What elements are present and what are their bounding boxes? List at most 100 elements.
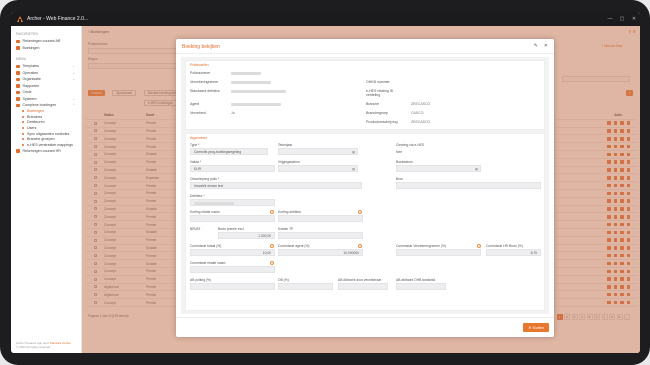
ab-polting-field[interactable] bbox=[190, 283, 275, 290]
favorite-boekingen[interactable]: Boekingen bbox=[11, 45, 81, 52]
info-icon[interactable]: i bbox=[270, 210, 274, 214]
screen: Archer - Web Finance 2.0... — ▢ ✕ FAVORI… bbox=[11, 12, 640, 353]
verzekerd-value: Ja bbox=[231, 111, 235, 115]
branche-value: ZEECASCO bbox=[411, 102, 431, 106]
polisnummer-label: Polisnummer bbox=[190, 71, 211, 75]
debiteur-label: Debiteur * bbox=[190, 194, 205, 198]
bruto-field[interactable]: 1.300,00 bbox=[218, 232, 275, 239]
ab-polting-label: AB polting (%) bbox=[190, 278, 212, 282]
tekenjaar-field[interactable]: ▦ bbox=[278, 148, 358, 155]
branchegroep-value: CASCO bbox=[411, 111, 424, 115]
redacted-value bbox=[231, 103, 281, 106]
sidebar-footer: Archer Finance app door Pandora Online ©… bbox=[16, 341, 71, 349]
korting-debiteur-label: Korting debiteur bbox=[278, 210, 302, 214]
sluiten-button[interactable]: ✕ Sluiten bbox=[523, 323, 549, 332]
commissie-hr-field[interactable]: 8,75 bbox=[486, 249, 541, 256]
device-frame: Archer - Web Finance 2.0... — ▢ ✕ FAVORI… bbox=[0, 0, 650, 365]
modal-footer: ✕ Sluiten bbox=[176, 317, 554, 337]
standaard-debiteur-label: Standaard debiteur bbox=[190, 89, 220, 93]
ab-afdracht-field[interactable] bbox=[338, 283, 388, 290]
commissie-relatie-label: Commissie relatie naam bbox=[190, 261, 226, 265]
info-icon[interactable]: i bbox=[358, 210, 362, 214]
section-title: Polisvariën bbox=[190, 63, 209, 67]
section-title: Algemeen bbox=[190, 136, 208, 140]
chevron-down-icon: ⌄ bbox=[72, 77, 75, 82]
folder-icon bbox=[16, 77, 20, 81]
booking-modal: Boeking bekijken ✎ ✕ Polisvariën Polisnu… bbox=[176, 39, 554, 337]
omschrijving-field[interactable]: Inovatrik shown text bbox=[190, 182, 362, 189]
brvat-label: BRVAT bbox=[190, 227, 201, 231]
redacted-value bbox=[231, 72, 261, 75]
commissie-totaal-field[interactable]: 10,00 bbox=[190, 249, 275, 256]
korting-relatie-field[interactable] bbox=[190, 215, 275, 222]
folder-icon bbox=[16, 84, 20, 88]
modal-body: Polisvariën Polisnummer Verzekeringnemer… bbox=[181, 57, 549, 314]
commissie-verz-field[interactable] bbox=[396, 249, 481, 256]
modal-title: Boeking bekijken bbox=[182, 44, 220, 50]
calendar-icon[interactable]: ▦ bbox=[475, 167, 478, 171]
info-icon[interactable]: i bbox=[477, 244, 481, 248]
redacted-value bbox=[194, 202, 234, 205]
valuta-select[interactable]: EUR bbox=[190, 165, 275, 172]
menu-header: MENU bbox=[16, 57, 27, 61]
chevron-down-icon: ⌄ bbox=[72, 64, 75, 69]
folder-icon bbox=[16, 103, 20, 107]
bron-label: Bron bbox=[396, 177, 403, 181]
boekdatum-field[interactable]: ▦ bbox=[396, 165, 481, 172]
algemeen-section: Algemeen Type * Correctie-prog-boekingsr… bbox=[185, 133, 545, 311]
omschrijving-label: Omschrijving polis * bbox=[190, 177, 219, 181]
kosten-label: Kosten TP bbox=[278, 227, 294, 231]
type-select[interactable]: Correctie-prog-boekingsregeling bbox=[190, 148, 268, 155]
redacted-value bbox=[231, 90, 286, 93]
window-title: Archer - Web Finance 2.0... bbox=[27, 16, 89, 22]
productomschrijving-value: ZEECASCO bbox=[411, 120, 431, 124]
clearing-label: Clearing via e-HES bbox=[396, 143, 425, 147]
info-icon[interactable]: i bbox=[358, 244, 362, 248]
ohkb-label: OHKB nummer bbox=[366, 80, 390, 84]
ab-ohb-field[interactable] bbox=[396, 283, 446, 290]
verzekeringnemer-label: Verzekeringnemer bbox=[190, 80, 219, 84]
info-icon[interactable]: i bbox=[270, 244, 274, 248]
chevron-up-icon: ⌃ bbox=[72, 103, 75, 108]
ab-afdracht-label: AB Afdracht door verzekeraar bbox=[338, 278, 382, 282]
vrijgingsdatum-field[interactable]: ▦ bbox=[278, 165, 358, 172]
close-icon[interactable]: ✕ bbox=[544, 43, 548, 49]
korting-debiteur-field[interactable] bbox=[278, 215, 363, 222]
commissie-agent-field[interactable]: 10,000000 bbox=[278, 249, 363, 256]
doc-icon bbox=[16, 46, 20, 50]
edit-icon[interactable]: ✎ bbox=[534, 43, 538, 49]
calendar-icon[interactable]: ▦ bbox=[352, 167, 355, 171]
menu-rekeningen-hr[interactable]: Rekeningen courant HR bbox=[11, 148, 81, 155]
modal-header: Boeking bekijken ✎ ✕ bbox=[176, 39, 554, 54]
folder-icon bbox=[16, 97, 20, 101]
folder-icon bbox=[16, 149, 20, 153]
calendar-icon[interactable]: ▦ bbox=[352, 150, 355, 154]
ab-ohb-label: AB afdracht OHB landsrisk bbox=[396, 278, 436, 282]
clearing-value: Nee bbox=[396, 150, 403, 154]
redacted-value bbox=[231, 81, 271, 84]
chevron-down-icon: ⌄ bbox=[72, 96, 75, 101]
bruto-label: Bruto premie excl bbox=[218, 227, 244, 231]
maximize-button[interactable]: ▢ bbox=[616, 16, 628, 22]
ob-label: OB (%) bbox=[278, 278, 289, 282]
commissie-relatie-field[interactable] bbox=[190, 266, 275, 273]
debiteur-select[interactable] bbox=[190, 199, 275, 206]
sidebar: FAVORIETEN Rekeningen courant AR Boeking… bbox=[11, 26, 82, 353]
doc-icon bbox=[16, 39, 20, 43]
info-icon[interactable]: i bbox=[270, 261, 274, 265]
bron-field[interactable] bbox=[396, 182, 541, 189]
folder-icon bbox=[16, 90, 20, 94]
close-window-button[interactable]: ✕ bbox=[628, 16, 640, 22]
ehes-id-label: e-HES relating ID verdeling bbox=[366, 89, 394, 97]
commissie-hr-label: Commissie HR Bruto (%) bbox=[486, 244, 523, 248]
folder-icon bbox=[16, 71, 20, 75]
kosten-field[interactable] bbox=[278, 232, 363, 239]
window-titlebar: Archer - Web Finance 2.0... — ▢ ✕ bbox=[11, 12, 640, 26]
minimize-button[interactable]: — bbox=[604, 16, 616, 22]
agent-label: Agent bbox=[190, 102, 200, 106]
ob-field[interactable] bbox=[278, 283, 333, 290]
footer-link[interactable]: Pandora Online bbox=[50, 341, 71, 345]
favorites-header: FAVORIETEN bbox=[16, 32, 38, 36]
app-logo-icon bbox=[15, 15, 24, 24]
tekenjaar-label: Tekenjaar bbox=[278, 143, 293, 147]
